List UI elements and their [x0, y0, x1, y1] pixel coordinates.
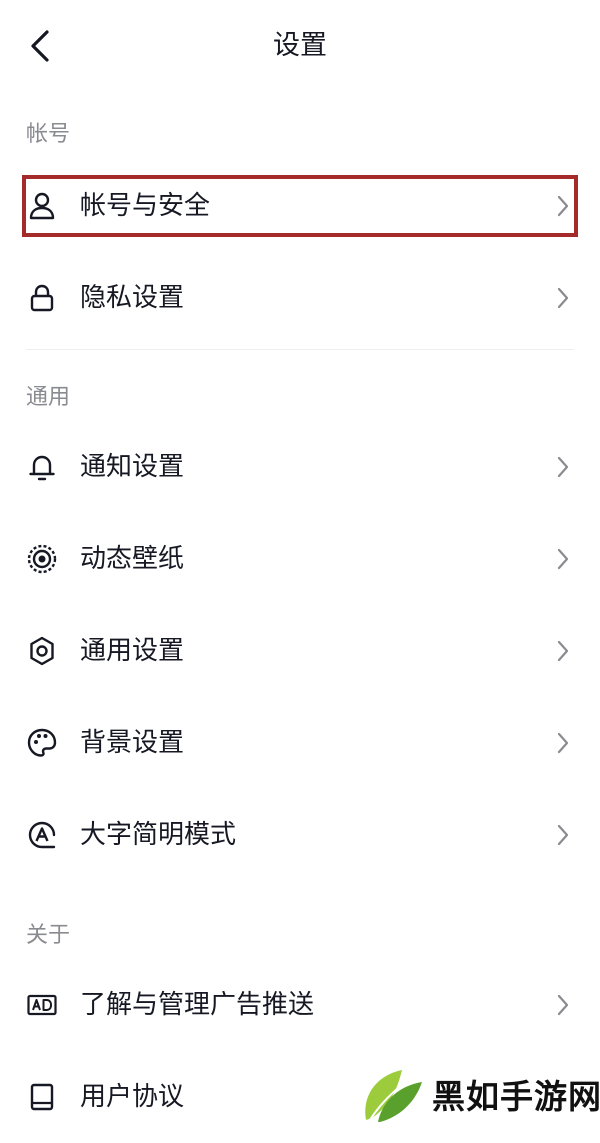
chevron-right-icon — [556, 731, 570, 755]
top-bar: 设置 — [0, 0, 600, 92]
settings-item-label: 大字简明模式 — [80, 820, 237, 850]
section-label-general: 通用 — [26, 385, 71, 410]
ad-icon — [26, 989, 58, 1021]
settings-item-label: 帐号与安全 — [80, 191, 211, 221]
watermark: 黑如手游网 — [358, 1062, 600, 1128]
settings-item-background[interactable]: 背景设置 — [0, 697, 600, 789]
chevron-right-icon — [556, 993, 570, 1017]
palette-icon — [26, 727, 58, 759]
settings-item-large-font-mode[interactable]: 大字简明模式 — [0, 789, 600, 881]
settings-item-notifications[interactable]: 通知设置 — [0, 421, 600, 513]
section-divider — [26, 349, 574, 350]
settings-item-account-security[interactable]: 帐号与安全 — [0, 160, 600, 252]
settings-item-label: 动态壁纸 — [80, 544, 185, 574]
settings-item-privacy[interactable]: 隐私设置 — [0, 252, 600, 344]
settings-item-label: 隐私设置 — [80, 283, 185, 313]
settings-item-ad-management[interactable]: 了解与管理广告推送 — [0, 959, 600, 1051]
watermark-text: 黑如手游网 — [432, 1077, 600, 1116]
target-icon — [26, 543, 58, 575]
settings-item-label: 背景设置 — [80, 728, 185, 758]
lock-icon — [26, 282, 58, 314]
page-title: 设置 — [273, 30, 327, 61]
settings-item-general[interactable]: 通用设置 — [0, 605, 600, 697]
bell-icon — [26, 451, 58, 483]
chevron-right-icon — [556, 455, 570, 479]
chevron-right-icon — [556, 194, 570, 218]
user-icon — [26, 190, 58, 222]
gear-icon — [26, 635, 58, 667]
leaf-logo-icon — [358, 1064, 428, 1126]
book-icon — [26, 1081, 58, 1113]
section-label-about: 关于 — [26, 923, 71, 948]
font-a-icon — [26, 819, 58, 851]
chevron-right-icon — [556, 823, 570, 847]
settings-item-label: 通用设置 — [80, 636, 185, 666]
settings-item-label: 用户协议 — [80, 1082, 185, 1112]
settings-item-live-wallpaper[interactable]: 动态壁纸 — [0, 513, 600, 605]
chevron-right-icon — [556, 286, 570, 310]
settings-item-label: 通知设置 — [80, 452, 185, 482]
chevron-right-icon — [556, 547, 570, 571]
chevron-right-icon — [556, 639, 570, 663]
settings-item-label: 了解与管理广告推送 — [80, 990, 315, 1020]
section-label-account: 帐号 — [26, 122, 71, 147]
